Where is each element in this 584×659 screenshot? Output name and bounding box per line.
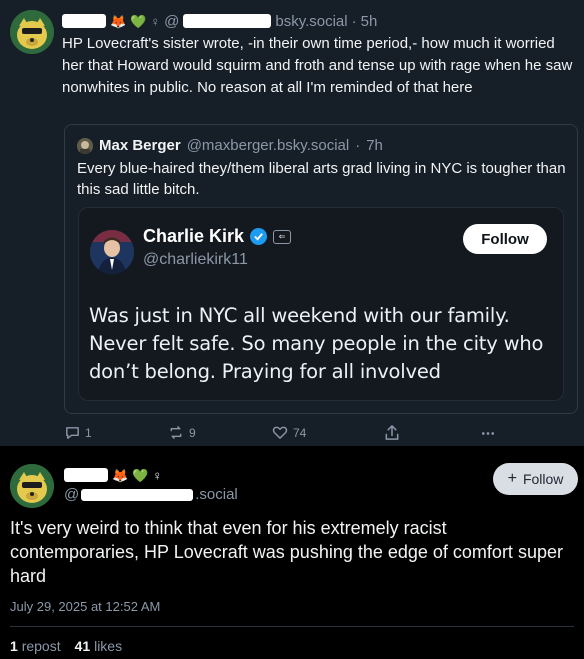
tweet-author-avatar bbox=[90, 230, 134, 274]
embedded-tweet-image[interactable]: Charlie Kirk ⇐ @charliekirk11 Follow Was… bbox=[78, 207, 564, 401]
redacted-handle bbox=[81, 488, 194, 501]
fox-icon: 🦊 bbox=[110, 13, 127, 29]
repost-count: 1 bbox=[10, 638, 18, 654]
tweet-author-handle: @charliekirk11 bbox=[143, 251, 248, 268]
reply-count: 1 bbox=[85, 425, 92, 440]
more-icon bbox=[481, 432, 495, 435]
like-count: 74 bbox=[293, 425, 307, 440]
repost-label: repost bbox=[21, 638, 61, 654]
author-avatar[interactable] bbox=[10, 10, 54, 54]
redacted-name bbox=[62, 14, 106, 28]
repost-button[interactable]: 9 bbox=[167, 424, 196, 441]
more-options-button[interactable] bbox=[480, 424, 496, 441]
post-action-bar: 1 9 74 bbox=[64, 424, 504, 444]
follow-button[interactable]: + Follow bbox=[493, 463, 578, 495]
tweet-author-name-row: Charlie Kirk ⇐ bbox=[143, 226, 292, 247]
verified-icon bbox=[250, 228, 268, 245]
post-time[interactable]: 5h bbox=[361, 13, 378, 30]
focused-post: 🦊 💚 ♀ @ .social + Follow It's very weird… bbox=[0, 446, 584, 659]
quote-author-handle[interactable]: @maxberger.bsky.social bbox=[187, 137, 350, 154]
female-sign-icon: ♀ bbox=[152, 467, 163, 483]
repost-count: 9 bbox=[189, 425, 196, 440]
quote-body: Every blue-haired they/them liberal arts… bbox=[77, 160, 566, 198]
author-avatar[interactable] bbox=[10, 464, 54, 508]
tweet-body: Was just in NYC all weekend with our fam… bbox=[89, 304, 544, 383]
repost-icon bbox=[170, 426, 182, 439]
like-label: likes bbox=[94, 638, 123, 654]
quote-author-name[interactable]: Max Berger bbox=[99, 137, 181, 154]
follow-label: Follow bbox=[522, 471, 564, 487]
post-body: HP Lovecraft's sister wrote, -in their o… bbox=[62, 35, 573, 96]
post-timestamp: July 29, 2025 at 12:52 AM bbox=[10, 599, 161, 614]
post-stats: 1 repost 41 likes bbox=[10, 638, 122, 654]
repost-stat[interactable]: 1 repost bbox=[10, 638, 61, 654]
like-count: 41 bbox=[74, 638, 91, 654]
like-icon bbox=[272, 426, 288, 439]
fox-icon: 🦊 bbox=[112, 467, 129, 483]
thread-parent-post[interactable]: 🦊 💚 ♀ @ bsky.social · 5h HP Lovecraft's … bbox=[0, 0, 584, 446]
quote-post[interactable]: Max Berger @maxberger.bsky.social · 7h E… bbox=[64, 124, 578, 414]
quote-time: 7h bbox=[366, 137, 383, 154]
plus-icon: + bbox=[507, 470, 517, 487]
redacted-name bbox=[64, 468, 108, 482]
like-stat[interactable]: 41 likes bbox=[75, 638, 122, 654]
post-header: 🦊 💚 ♀ @ bsky.social · 5h bbox=[62, 11, 377, 31]
tweet-author-name: Charlie Kirk bbox=[143, 226, 245, 246]
share-button[interactable] bbox=[384, 424, 400, 441]
quote-author-avatar[interactable] bbox=[77, 137, 93, 154]
like-button[interactable]: 74 bbox=[271, 424, 306, 441]
handle-suffix: .social bbox=[195, 486, 238, 503]
redacted-handle bbox=[183, 14, 272, 28]
green-heart-icon: 💚 bbox=[132, 467, 149, 483]
reply-icon bbox=[66, 427, 79, 439]
tweet-follow-button: Follow bbox=[463, 224, 547, 254]
post-body: It's very weird to think that even for h… bbox=[10, 518, 563, 586]
reply-button[interactable]: 1 bbox=[64, 424, 92, 441]
green-heart-icon: 💚 bbox=[130, 13, 147, 29]
quote-header: Max Berger @maxberger.bsky.social · 7h bbox=[77, 137, 383, 154]
handle-suffix[interactable]: bsky.social bbox=[275, 13, 347, 30]
author-handle[interactable]: @ .social bbox=[64, 486, 238, 503]
divider bbox=[10, 626, 574, 627]
affiliate-badge-icon: ⇐ bbox=[273, 229, 292, 244]
share-icon bbox=[385, 425, 399, 440]
author-name-row[interactable]: 🦊 💚 ♀ bbox=[64, 466, 162, 484]
female-sign-icon: ♀ bbox=[150, 13, 161, 29]
